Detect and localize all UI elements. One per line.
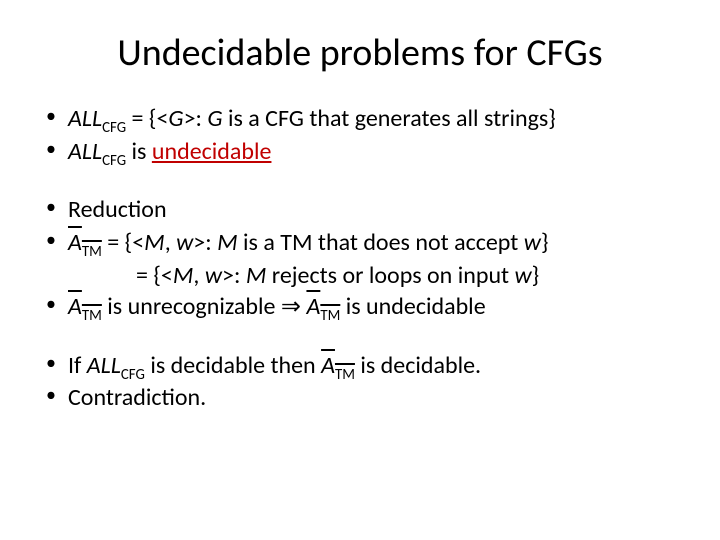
slide-body: ALLCFG = {<G>: G is a CFG that generates… xyxy=(40,104,680,167)
undecidable-label: undecidable xyxy=(152,137,272,166)
text: w xyxy=(515,261,532,290)
text: G xyxy=(168,104,183,133)
text: Contradiction. xyxy=(68,383,206,412)
text: >: xyxy=(193,228,217,257)
subscript: TM xyxy=(320,306,340,324)
text: = {< xyxy=(136,261,173,290)
text: ALL xyxy=(68,104,102,133)
text: = {< xyxy=(126,104,168,133)
text: is undecidable xyxy=(340,292,485,321)
text: M xyxy=(217,228,238,257)
spacer xyxy=(40,169,680,195)
subscript: CFG xyxy=(102,118,126,136)
text: G xyxy=(207,104,222,133)
continuation-line: = {<M, w>: M rejects or loops on input w… xyxy=(40,261,680,290)
bullet-if-decidable: If ALLCFG is decidable then ATM is decid… xyxy=(40,351,680,382)
text: is decidable then xyxy=(145,351,321,380)
text: >: xyxy=(184,104,208,133)
text: rejects or loops on input xyxy=(266,261,514,290)
text: is a TM that does not accept xyxy=(238,228,524,257)
text: is unrecognizable ⇒ xyxy=(102,292,307,321)
subscript: CFG xyxy=(121,364,145,382)
bullet-reduction: Reduction xyxy=(40,195,680,226)
slide-title: Undecidable problems for CFGs xyxy=(40,30,680,76)
text: } xyxy=(532,261,540,290)
text: w xyxy=(205,261,222,290)
text: w xyxy=(524,228,541,257)
slide-body-4: If ALLCFG is decidable then ATM is decid… xyxy=(40,351,680,414)
text: M xyxy=(246,261,267,290)
text: Reduction xyxy=(68,195,167,224)
spacer xyxy=(40,325,680,351)
text: is xyxy=(126,137,152,166)
subscript: TM xyxy=(335,364,355,382)
text: ALL xyxy=(87,351,121,380)
bullet-allcfg-def: ALLCFG = {<G>: G is a CFG that generates… xyxy=(40,104,680,135)
text: M xyxy=(144,228,165,257)
bullet-atm-def: ATM = {<M, w>: M is a TM that does not a… xyxy=(40,228,680,259)
text: = {< xyxy=(102,228,144,257)
text: A xyxy=(306,292,320,321)
bullet-atm-unrecognizable: ATM is unrecognizable ⇒ ATM is undecidab… xyxy=(40,292,680,323)
slide: Undecidable problems for CFGs ALLCFG = {… xyxy=(0,0,720,540)
text: , xyxy=(165,228,176,257)
text: w xyxy=(176,228,193,257)
text: If xyxy=(68,351,87,380)
text: , xyxy=(193,261,204,290)
text: M xyxy=(173,261,194,290)
text: A xyxy=(68,292,82,321)
text: A xyxy=(68,228,82,257)
text: A xyxy=(321,351,335,380)
text: is decidable. xyxy=(355,351,481,380)
text: ALL xyxy=(68,137,102,166)
bullet-allcfg-undecidable: ALLCFG is undecidable xyxy=(40,137,680,168)
bullet-contradiction: Contradiction. xyxy=(40,383,680,414)
subscript: TM xyxy=(82,242,102,260)
slide-body-3: ATM is unrecognizable ⇒ ATM is undecidab… xyxy=(40,292,680,323)
text: } xyxy=(541,228,549,257)
subscript: TM xyxy=(82,306,102,324)
subscript: CFG xyxy=(102,151,126,169)
slide-body-2: Reduction ATM = {<M, w>: M is a TM that … xyxy=(40,195,680,258)
text: >: xyxy=(222,261,246,290)
text: is a CFG that generates all strings} xyxy=(223,104,556,133)
